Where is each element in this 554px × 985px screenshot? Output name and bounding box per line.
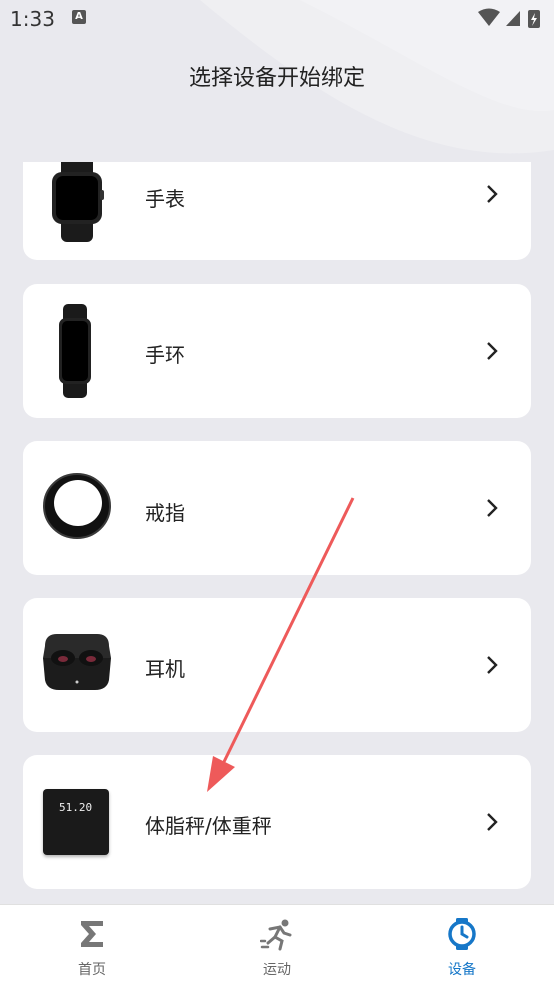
tab-device-label: 设备	[448, 962, 476, 978]
watch-icon	[52, 162, 104, 242]
device-label-scale: 体脂秤/体重秤	[145, 814, 272, 838]
device-card-ring[interactable]: 戒指	[23, 441, 531, 575]
band-icon	[59, 304, 91, 398]
chevron-right-icon	[487, 656, 498, 674]
page-title: 选择设备开始绑定	[188, 66, 365, 91]
device-label-ring: 戒指	[145, 501, 185, 525]
ring-icon	[43, 473, 111, 539]
earbuds-icon	[43, 634, 111, 690]
tab-home-label: 首页	[78, 962, 106, 978]
device-list: 手表 手环 戒指 耳机 51.20 体脂秤/体重秤	[23, 162, 531, 904]
device-label-earbuds: 耳机	[145, 657, 185, 681]
chevron-right-icon	[487, 813, 498, 831]
device-card-scale[interactable]: 51.20 体脂秤/体重秤	[23, 755, 531, 889]
scale-icon: 51.20	[43, 789, 109, 855]
chevron-right-icon	[487, 342, 498, 360]
status-time: 1:33	[10, 7, 55, 31]
tab-device[interactable]: 设备	[402, 905, 522, 985]
status-icons	[478, 8, 540, 28]
device-card-band[interactable]: 手环	[23, 284, 531, 418]
a-notification-icon: A	[72, 10, 86, 24]
device-label-band: 手环	[145, 343, 185, 367]
device-card-watch[interactable]: 手表	[23, 162, 531, 260]
bottom-tab-bar: 首页 运动 设备	[0, 904, 554, 985]
device-label-watch: 手表	[145, 187, 185, 211]
cellular-icon	[506, 11, 520, 26]
running-icon	[260, 919, 292, 951]
tab-sport[interactable]: 运动	[217, 905, 337, 985]
tab-sport-label: 运动	[263, 962, 291, 978]
scale-reading: 51.20	[59, 801, 93, 814]
device-card-earbuds[interactable]: 耳机	[23, 598, 531, 732]
chevron-right-icon	[487, 499, 498, 517]
status-bar: 1:33 A	[0, 0, 554, 36]
chevron-right-icon	[487, 185, 498, 203]
wifi-icon	[478, 8, 500, 26]
watch-device-icon	[448, 918, 476, 950]
tab-home[interactable]: 首页	[32, 905, 152, 985]
sigma-home-icon	[81, 921, 103, 947]
